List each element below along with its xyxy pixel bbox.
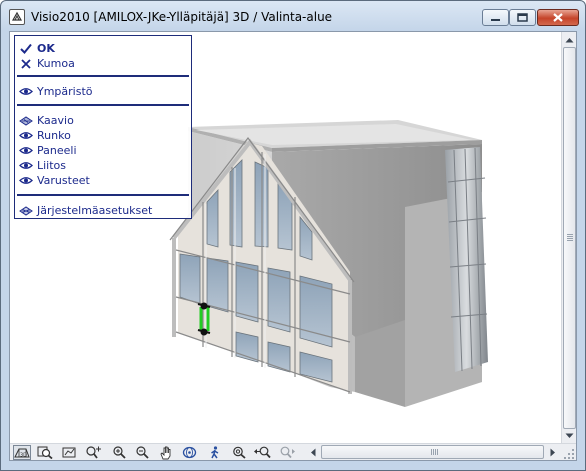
tool-orbit[interactable] [180, 445, 198, 460]
menu-item-joint[interactable]: Liitos [15, 158, 191, 173]
menu-item-diagram[interactable]: Kaavio [15, 113, 191, 128]
menu-item-undo[interactable]: Kumoa [15, 56, 191, 71]
eye-icon [19, 86, 33, 98]
arrow-up-icon [565, 38, 574, 43]
menu-item-accessories[interactable]: Varusteet [15, 173, 191, 188]
restore-icon [517, 13, 528, 22]
horizontal-scroll-thumb[interactable] [321, 445, 544, 459]
eye-icon [19, 130, 33, 142]
arrow-down-icon [565, 433, 574, 438]
arrow-left-icon [310, 448, 315, 456]
tool-zoom-in[interactable] [110, 445, 128, 460]
close-icon [553, 13, 563, 22]
menu-item-label: Kaavio [37, 114, 74, 127]
eye-icon [19, 175, 33, 187]
view-rotate-icon [62, 447, 76, 458]
horizontal-scrollbar[interactable] [305, 444, 561, 460]
minimize-button[interactable] [482, 9, 509, 26]
3d-viewport[interactable]: OK Kumoa Ympäristö Kaavio Runko Paneeli … [10, 32, 561, 443]
close-button[interactable] [537, 9, 579, 26]
check-icon [19, 43, 33, 55]
zoom-in-icon [112, 446, 126, 459]
walk-icon [211, 445, 219, 458]
menu-item-label: Ympäristö [37, 85, 93, 98]
pan-hand-icon [160, 446, 171, 459]
scroll-down-button[interactable] [562, 428, 576, 444]
minimize-icon [491, 19, 500, 21]
menu-item-label: Varusteet [37, 174, 90, 187]
scroll-up-button[interactable] [562, 32, 576, 48]
orbit-icon [182, 446, 196, 459]
resize-grip-icon [564, 449, 574, 459]
layers-icon [19, 115, 33, 127]
eye-icon [19, 145, 33, 157]
restore-button[interactable] [509, 9, 536, 26]
tool-zoom-next[interactable] [278, 445, 296, 460]
settings-icon [19, 205, 33, 217]
app-icon[interactable] [9, 9, 25, 25]
zoom-previous-icon [254, 446, 271, 459]
menu-item-label: Runko [37, 129, 71, 142]
menu-item-system-settings[interactable]: Järjestelmäasetukset [15, 203, 191, 218]
tool-view-rotate[interactable] [60, 445, 78, 460]
tool-zoom-previous[interactable] [253, 445, 271, 460]
vertical-scrollbar[interactable] [561, 32, 576, 444]
menu-separator [17, 75, 189, 77]
scroll-right-button[interactable] [545, 444, 560, 460]
app-window: Visio2010 [AMILOX-JKe-Ylläpitäjä] 3D / V… [0, 0, 586, 471]
menu-separator [17, 194, 189, 196]
tool-3d-view[interactable]: 3D [13, 445, 31, 460]
tool-zoom-window[interactable] [36, 445, 54, 460]
arrow-right-icon [550, 448, 555, 456]
tool-pan[interactable] [157, 445, 175, 460]
size-grip[interactable] [561, 444, 576, 460]
client-area: OK Kumoa Ympäristö Kaavio Runko Paneeli … [9, 31, 577, 461]
context-menu: OK Kumoa Ympäristö Kaavio Runko Paneeli … [14, 35, 192, 219]
window-title: Visio2010 [AMILOX-JKe-Ylläpitäjä] 3D / V… [31, 10, 333, 24]
3d-view-icon: 3D [14, 448, 30, 458]
title-bar[interactable]: Visio2010 [AMILOX-JKe-Ylläpitäjä] 3D / V… [1, 1, 585, 31]
menu-item-label: Paneeli [37, 144, 77, 157]
scroll-left-button[interactable] [305, 444, 320, 460]
menu-item-environment[interactable]: Ympäristö [15, 84, 191, 99]
menu-item-frame[interactable]: Runko [15, 128, 191, 143]
zoom-out-icon [135, 446, 149, 459]
tool-zoom-realtime[interactable] [230, 445, 248, 460]
svg-text:3D: 3D [20, 452, 27, 458]
view-toolbar: 3D [10, 443, 576, 460]
tool-zoom-extents[interactable] [84, 445, 102, 460]
eye-icon [19, 160, 33, 172]
zoom-window-icon [37, 446, 53, 459]
zoom-realtime-icon [232, 446, 246, 459]
menu-item-ok[interactable]: OK [15, 41, 191, 56]
menu-separator [17, 104, 189, 106]
vertical-scroll-thumb[interactable] [563, 47, 576, 429]
zoom-next-icon [280, 446, 295, 459]
menu-item-panel[interactable]: Paneeli [15, 143, 191, 158]
tool-walk[interactable] [206, 445, 224, 460]
menu-item-label: Liitos [37, 159, 67, 172]
menu-item-label: Kumoa [37, 57, 75, 70]
zoom-extents-icon [85, 446, 101, 459]
tool-zoom-out[interactable] [133, 445, 151, 460]
menu-item-label: Järjestelmäasetukset [37, 204, 153, 217]
x-icon [19, 58, 33, 70]
menu-item-label: OK [37, 42, 55, 55]
